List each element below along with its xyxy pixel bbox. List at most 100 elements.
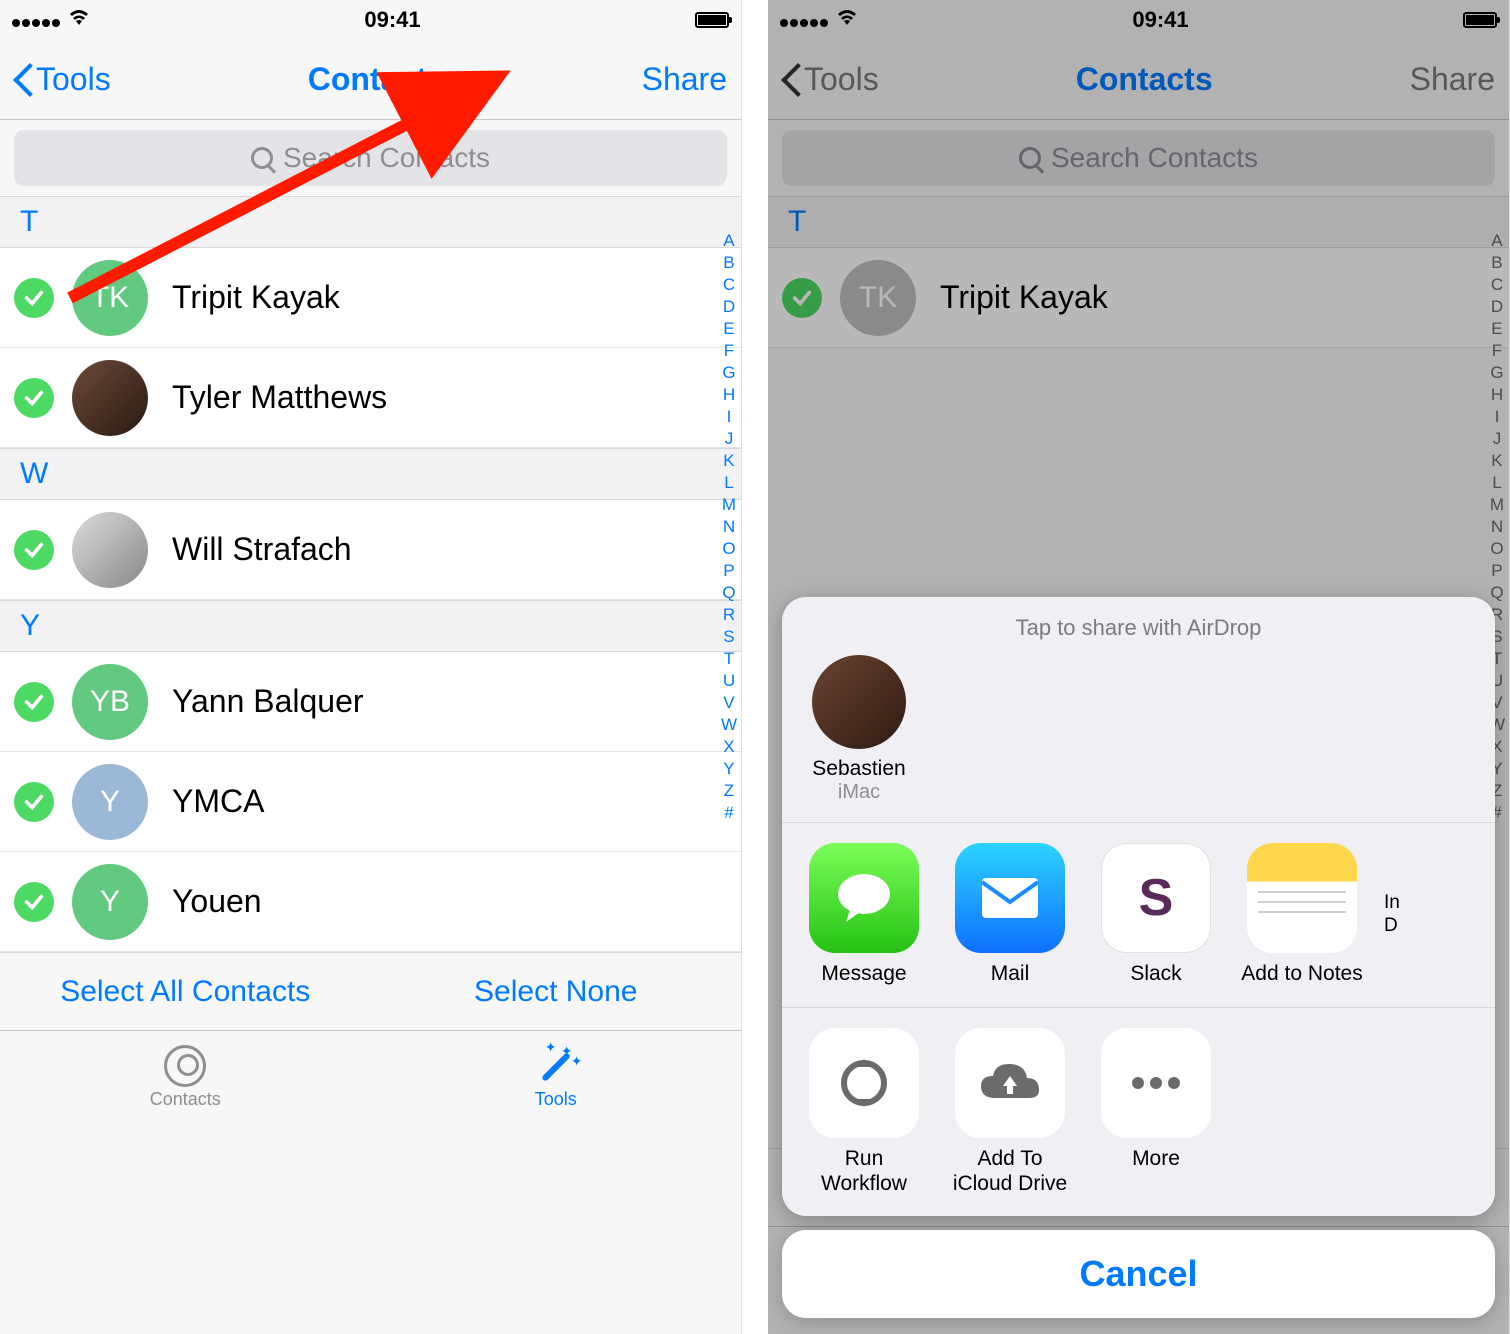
index-letter[interactable]: G	[721, 362, 737, 384]
index-letter[interactable]: S	[721, 626, 737, 648]
index-letter[interactable]: R	[721, 604, 737, 626]
contact-name: Youen	[172, 883, 262, 920]
checkmark-icon[interactable]	[14, 682, 54, 722]
share-app-label: Mail	[946, 961, 1074, 986]
more-icon	[1101, 1028, 1211, 1138]
share-app-mail[interactable]: Mail	[946, 843, 1074, 986]
battery-icon	[695, 12, 729, 28]
contact-row[interactable]: Tyler Matthews	[0, 348, 741, 448]
cancel-button[interactable]: Cancel	[782, 1230, 1495, 1318]
contact-name: Yann Balquer	[172, 683, 364, 720]
index-letter[interactable]: O	[721, 538, 737, 560]
avatar	[812, 655, 906, 749]
index-letter[interactable]: F	[721, 340, 737, 362]
index-letter[interactable]: N	[721, 516, 737, 538]
share-app-label: Slack	[1092, 961, 1220, 986]
index-letter[interactable]: T	[721, 648, 737, 670]
contact-row[interactable]: YB Yann Balquer	[0, 652, 741, 752]
index-letter[interactable]: Z	[721, 780, 737, 802]
index-letter[interactable]: V	[721, 692, 737, 714]
index-letter[interactable]: W	[721, 714, 737, 736]
index-letter[interactable]: M	[721, 494, 737, 516]
workflow-icon	[809, 1028, 919, 1138]
search-input[interactable]: Search Contacts	[14, 130, 727, 186]
avatar: TK	[72, 260, 148, 336]
index-letter[interactable]: I	[721, 406, 737, 428]
index-letter[interactable]: Y	[721, 758, 737, 780]
index-letter[interactable]: K	[721, 450, 737, 472]
index-letter[interactable]: L	[721, 472, 737, 494]
checkmark-icon[interactable]	[14, 278, 54, 318]
chevron-left-icon	[14, 65, 32, 95]
share-action-workflow[interactable]: Run Workflow	[800, 1028, 928, 1196]
nav-bar: Tools Contacts Share	[0, 40, 741, 120]
left-screenshot: 09:41 Tools Contacts Share Search Contac…	[0, 0, 742, 1334]
contact-row[interactable]: Y YMCA	[0, 752, 741, 852]
index-letter[interactable]: E	[721, 318, 737, 340]
section-header-w: W	[0, 448, 741, 500]
index-letter[interactable]: P	[721, 560, 737, 582]
alphabet-index[interactable]: ABCDEFGHIJKLMNOPQRSTUVWXYZ#	[721, 230, 737, 824]
checkmark-icon[interactable]	[14, 882, 54, 922]
airdrop-name: Sebastien	[804, 757, 914, 781]
slack-icon: S	[1101, 843, 1211, 953]
share-app-message[interactable]: Message	[800, 843, 928, 986]
contact-name: Tripit Kayak	[172, 279, 340, 316]
avatar: YB	[72, 664, 148, 740]
index-letter[interactable]: C	[721, 274, 737, 296]
index-letter[interactable]: Q	[721, 582, 737, 604]
avatar: Y	[72, 864, 148, 940]
select-all-button[interactable]: Select All Contacts	[0, 953, 371, 1030]
share-action-label: Add To iCloud Drive	[946, 1146, 1074, 1196]
tab-contacts[interactable]: Contacts	[0, 1031, 371, 1124]
contact-row[interactable]: Y Youen	[0, 852, 741, 952]
share-button[interactable]: Share	[642, 61, 727, 98]
cloud-upload-icon	[955, 1028, 1065, 1138]
share-action-label: Run Workflow	[800, 1146, 928, 1196]
share-action-icloud[interactable]: Add To iCloud Drive	[946, 1028, 1074, 1196]
index-letter[interactable]: A	[721, 230, 737, 252]
checkmark-icon[interactable]	[14, 782, 54, 822]
share-app-slack[interactable]: S Slack	[1092, 843, 1220, 986]
signal-dots-icon	[12, 7, 62, 33]
tab-bar: Contacts ✦✦✦ Tools	[0, 1030, 741, 1124]
index-letter[interactable]: #	[721, 802, 737, 824]
contact-name: Will Strafach	[172, 531, 352, 568]
share-app-notes[interactable]: Add to Notes	[1238, 843, 1366, 986]
notes-icon	[1247, 843, 1357, 953]
avatar	[72, 512, 148, 588]
index-letter[interactable]: X	[721, 736, 737, 758]
avatar	[72, 360, 148, 436]
contact-name: Tyler Matthews	[172, 379, 387, 416]
share-sheet: Tap to share with AirDrop Sebastien iMac…	[782, 597, 1495, 1318]
share-action-label: More	[1092, 1146, 1220, 1171]
share-action-more[interactable]: More	[1092, 1028, 1220, 1196]
tab-tools[interactable]: ✦✦✦ Tools	[371, 1031, 742, 1124]
index-letter[interactable]: J	[721, 428, 737, 450]
share-app-partial[interactable]: In D	[1384, 843, 1424, 986]
search-icon	[251, 147, 273, 169]
wifi-icon	[68, 8, 90, 32]
share-app-label: Add to Notes	[1238, 961, 1366, 986]
checkmark-icon[interactable]	[14, 378, 54, 418]
contact-row[interactable]: TK Tripit Kayak	[0, 248, 741, 348]
status-time: 09:41	[364, 7, 420, 33]
select-none-button[interactable]: Select None	[371, 953, 742, 1030]
message-icon	[809, 843, 919, 953]
mail-icon	[955, 843, 1065, 953]
airdrop-device: iMac	[804, 781, 914, 804]
back-button[interactable]: Tools	[14, 61, 111, 98]
avatar: Y	[72, 764, 148, 840]
tab-label: Contacts	[150, 1089, 221, 1110]
index-letter[interactable]: D	[721, 296, 737, 318]
index-letter[interactable]: B	[721, 252, 737, 274]
index-letter[interactable]: U	[721, 670, 737, 692]
checkmark-icon[interactable]	[14, 530, 54, 570]
section-header-t: T	[0, 196, 741, 248]
contact-row[interactable]: Will Strafach	[0, 500, 741, 600]
airdrop-target[interactable]: Sebastien iMac	[804, 655, 914, 804]
share-app-label: Message	[800, 961, 928, 986]
nav-title: Contacts	[308, 61, 445, 98]
index-letter[interactable]: H	[721, 384, 737, 406]
wand-icon: ✦✦✦	[535, 1045, 577, 1087]
